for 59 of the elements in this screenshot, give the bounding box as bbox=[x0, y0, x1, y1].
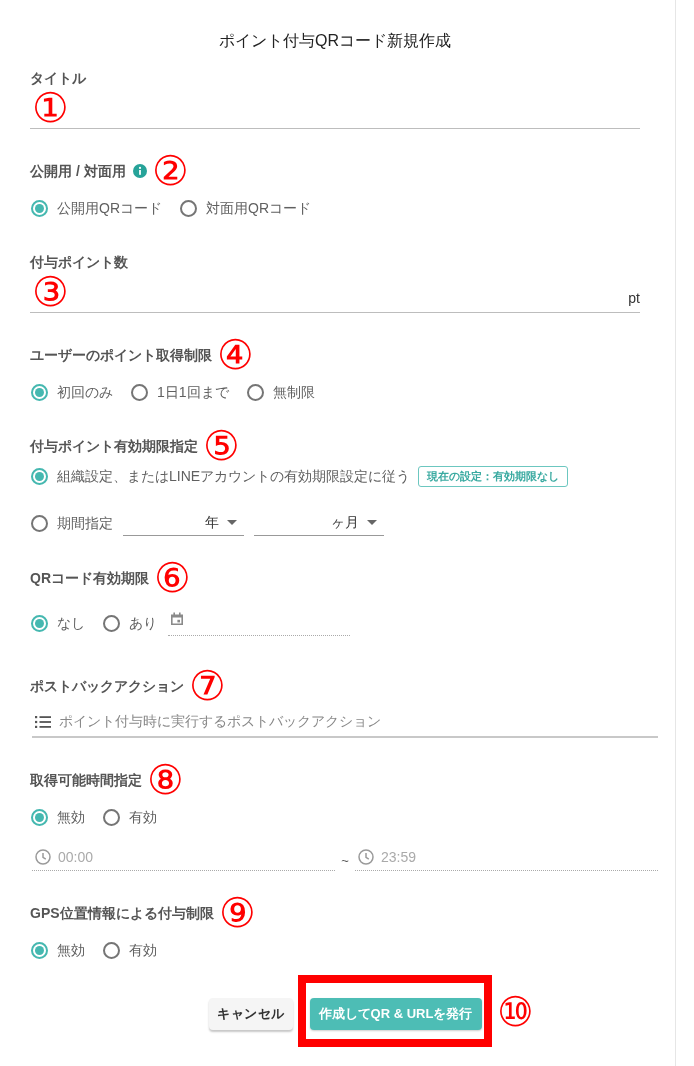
annotation-number: ⑥ bbox=[154, 558, 191, 598]
radio-button[interactable] bbox=[31, 808, 48, 826]
radio-button[interactable] bbox=[103, 614, 120, 632]
radio-button[interactable] bbox=[31, 514, 48, 532]
list-icon bbox=[35, 716, 51, 728]
option-label: 1日1回まで bbox=[157, 383, 229, 402]
option-label: 有効 bbox=[129, 808, 157, 827]
radio-button[interactable] bbox=[31, 199, 48, 217]
annotation-number: ⑦ bbox=[189, 666, 226, 706]
dropdown-field[interactable]: 年 bbox=[123, 510, 244, 536]
dialog-title: ポイント付与QRコード新規作成 bbox=[218, 31, 452, 51]
radio-button[interactable] bbox=[31, 383, 48, 401]
radio-button[interactable] bbox=[31, 941, 48, 959]
info-icon[interactable] bbox=[132, 164, 147, 178]
option-label: 公開用QRコード bbox=[57, 199, 162, 218]
radio-button[interactable] bbox=[103, 941, 120, 959]
field-label: 取得可能時間指定 bbox=[30, 771, 142, 790]
radio-button[interactable] bbox=[31, 467, 48, 485]
option-label: 無効 bbox=[57, 941, 85, 960]
option-label: あり bbox=[129, 614, 157, 633]
field-label: 付与ポイント数 bbox=[30, 253, 128, 272]
option-label: なし bbox=[57, 614, 85, 633]
radio-button[interactable] bbox=[180, 199, 197, 217]
radio-button[interactable] bbox=[246, 383, 264, 401]
caret-icon bbox=[227, 520, 237, 525]
field-label: ポストバックアクション bbox=[30, 677, 184, 696]
annotation-number: ⑨ bbox=[218, 893, 256, 933]
field-label: タイトル bbox=[30, 69, 86, 88]
option-label: 無制限 bbox=[272, 383, 315, 402]
option-label: 組織設定、またはLINEアカウントの有効期限設定に従う bbox=[57, 467, 411, 486]
option-label: 初回のみ bbox=[57, 383, 113, 402]
annotation-number: ③ bbox=[32, 272, 69, 312]
annotation-number: ⑩ bbox=[496, 992, 534, 1032]
field-label: ユーザーのポイント取得制限 bbox=[30, 346, 212, 365]
annotation-number: ① bbox=[32, 88, 69, 128]
radio-button[interactable] bbox=[103, 808, 120, 826]
clock-icon bbox=[35, 848, 51, 865]
field-label: QRコード有効期限 bbox=[30, 569, 149, 588]
field-label: 付与ポイント有効期限指定 bbox=[30, 437, 198, 456]
option-label: 対面用QRコード bbox=[206, 199, 311, 218]
field-label: 公開用 / 対面用 bbox=[30, 162, 126, 181]
status-badge: 現在の設定：有効期限なし bbox=[418, 465, 569, 487]
action-select-field[interactable]: ポイント付与時に実行するポストバックアクション bbox=[32, 708, 658, 738]
option-label: 有効 bbox=[129, 941, 157, 960]
field-label: GPS位置情報による付与制限 bbox=[30, 904, 214, 923]
option-label: 無効 bbox=[57, 808, 85, 827]
option-label: 期間指定 bbox=[57, 514, 113, 533]
annotation-number: ⑤ bbox=[203, 426, 240, 466]
dropdown-field[interactable]: ヶ月 bbox=[254, 510, 384, 536]
cancel-button[interactable]: キャンセル bbox=[209, 998, 293, 1030]
annotation-number: ② bbox=[151, 151, 189, 191]
caret-icon bbox=[367, 520, 377, 525]
calendar-icon bbox=[170, 612, 184, 626]
clock-icon bbox=[358, 848, 374, 865]
range-separator: ~ bbox=[340, 854, 350, 868]
annotation-number: ④ bbox=[217, 335, 254, 375]
radio-button[interactable] bbox=[131, 383, 148, 401]
radio-button[interactable] bbox=[31, 614, 48, 632]
annotation-number: ⑧ bbox=[147, 760, 184, 800]
